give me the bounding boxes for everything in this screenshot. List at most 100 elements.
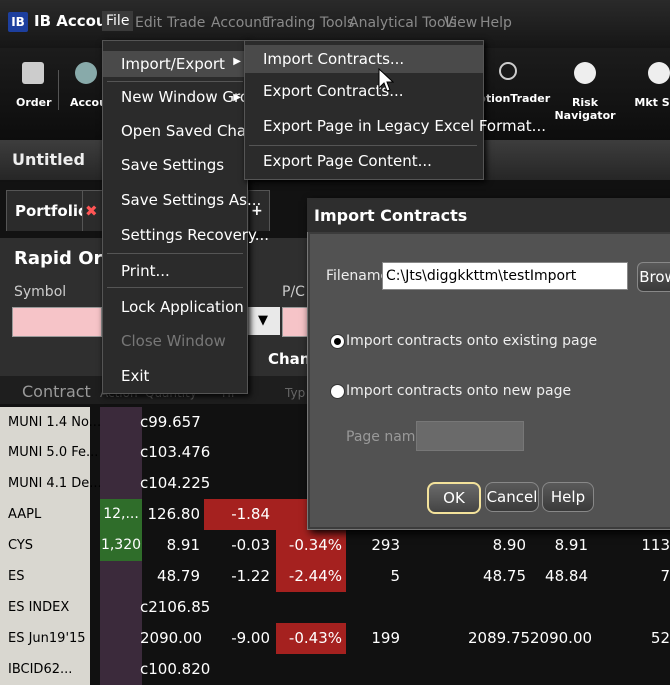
order-tool-label: Order xyxy=(16,96,52,109)
menu-trading-tools[interactable]: Trading Tools xyxy=(264,15,354,31)
menu-edit[interactable]: Edit xyxy=(135,15,162,31)
cell-last: 2090.00 xyxy=(140,629,203,647)
menu-item-export-page-legacy[interactable]: Export Page in Legacy Excel Format... xyxy=(263,117,546,135)
order-icon xyxy=(22,62,44,84)
menu-view[interactable]: View xyxy=(444,15,477,31)
table-row[interactable]: ES Jun19'15 2090.00 -9.00 -0.43% 199 2089.75 2… xyxy=(0,623,670,654)
cell-action xyxy=(100,468,142,499)
browse-button[interactable]: Brow xyxy=(637,262,670,292)
compass-icon xyxy=(574,62,596,84)
cell-extra: 113 xyxy=(641,536,670,554)
cell-ask: 2090.00 xyxy=(530,629,593,647)
symbol-label: Symbol xyxy=(14,284,67,300)
cell-last: c104.225 xyxy=(140,474,211,492)
contract-header[interactable]: Contract xyxy=(22,382,91,401)
option-existing-label: Import contracts onto existing page xyxy=(346,333,598,349)
menu-file[interactable]: File xyxy=(102,11,134,31)
radio-existing-page[interactable] xyxy=(330,334,345,349)
cell-chgp xyxy=(276,592,346,623)
cell-bid: 48.75 xyxy=(483,567,526,585)
cell-chg: -1.84 xyxy=(204,499,276,530)
menu-analytical-tools[interactable]: Analytical Tools xyxy=(349,15,457,31)
cancel-button[interactable]: Cancel xyxy=(485,482,539,512)
scanner-icon xyxy=(648,62,670,84)
cell-action: 1,320 xyxy=(100,530,142,561)
menu-item-import-contracts[interactable]: Import Contracts... xyxy=(245,45,483,73)
radio-new-page[interactable] xyxy=(330,384,345,399)
menu-item-exit[interactable]: Exit xyxy=(121,367,149,385)
table-row[interactable]: ES INDEX c2106.85 xyxy=(0,592,670,623)
cell-chg xyxy=(204,437,276,468)
cell-action xyxy=(100,561,142,592)
toolbar-divider xyxy=(58,70,59,110)
cell-chgp: -0.34% xyxy=(276,530,346,561)
menu-item-settings-recovery[interactable]: Settings Recovery... xyxy=(121,226,269,244)
cell-extra: 7 xyxy=(660,567,670,585)
cell-last: 126.80 xyxy=(147,505,201,523)
table-row[interactable]: CYS 1,320 8.91 -0.03 -0.34% 293 8.90 8.91 113 xyxy=(0,530,670,561)
menu-help[interactable]: Help xyxy=(480,15,512,31)
cell-chgp: -0.43% xyxy=(276,623,346,654)
help-button[interactable]: Help xyxy=(542,482,594,512)
menu-account[interactable]: Account xyxy=(211,15,268,31)
page-name-input xyxy=(416,421,524,451)
menu-trade[interactable]: Trade xyxy=(167,15,205,31)
page-name-label: Page name xyxy=(346,429,425,445)
cell-chg xyxy=(204,592,276,623)
cell-bid: 8.90 xyxy=(492,536,526,554)
menu-item-save-settings[interactable]: Save Settings xyxy=(121,156,224,174)
account-tool-button[interactable]: Accou xyxy=(70,62,102,109)
cell-action xyxy=(100,592,142,623)
pc-label: P/C xyxy=(282,284,305,300)
chevron-down-icon[interactable]: ▼ xyxy=(246,307,280,335)
type-header[interactable]: Typ xyxy=(285,386,305,400)
menu-item-import-export[interactable]: Import/Export xyxy=(103,51,247,77)
account-icon xyxy=(75,62,97,84)
symbol-input[interactable] xyxy=(12,307,102,337)
cell-action xyxy=(100,407,142,438)
option-new-label: Import contracts onto new page xyxy=(346,383,572,399)
risk-navigator-tool-label: Risk Navigator xyxy=(554,96,616,122)
menu-item-export-page-content[interactable]: Export Page Content... xyxy=(263,152,432,170)
dialog-title: Import Contracts xyxy=(314,206,468,225)
cell-chg xyxy=(204,468,276,499)
cell-extra: 52 xyxy=(650,629,670,647)
mkt-scanner-tool-button[interactable]: Mkt Sca xyxy=(634,62,670,109)
menu-item-print[interactable]: Print... xyxy=(121,262,170,280)
cell-chg: -1.22 xyxy=(231,567,270,585)
import-export-submenu: Import Contracts... Export Contracts... … xyxy=(244,40,546,180)
cell-action xyxy=(100,623,142,654)
cell-contract: ES INDEX xyxy=(0,592,90,623)
cell-last: c103.476 xyxy=(140,443,211,461)
menu-separator xyxy=(107,81,243,82)
table-row[interactable]: ES 48.79 -1.22 -2.44% 5 48.75 48.84 7 xyxy=(0,561,670,592)
menu-item-lock-application[interactable]: Lock Application xyxy=(121,298,244,316)
menu-separator xyxy=(249,145,477,146)
menu-item-close-window: Close Window xyxy=(121,332,226,350)
menu-separator xyxy=(107,287,243,288)
cell-last: c99.657 xyxy=(140,413,201,431)
cell-contract: MUNI 5.0 Fe... xyxy=(0,437,98,468)
risk-navigator-tool-button[interactable]: Risk Navigator xyxy=(550,62,620,122)
cell-bid: 2089.75 xyxy=(468,629,531,647)
file-menu: Import/Export ▶ New Window Group ▶ Open … xyxy=(102,40,272,394)
cell-vol: 199 xyxy=(371,629,400,647)
cell-contract: MUNI 1.4 No... xyxy=(0,407,101,438)
cell-chg: -0.03 xyxy=(231,536,270,554)
cell-last: c2106.85 xyxy=(140,598,211,616)
option-trader-tool-button[interactable]: ptionTrader xyxy=(478,62,550,105)
order-tool-button[interactable]: Order xyxy=(16,62,52,109)
cell-chg: -9.00 xyxy=(231,629,270,647)
tab-portfolio[interactable]: Portfolio xyxy=(6,190,88,231)
cell-vol xyxy=(346,592,404,623)
filename-input[interactable]: C:\Jts\diggkkttm\testImport xyxy=(382,262,628,290)
cell-action: 12,... xyxy=(100,499,142,530)
menu-item-save-settings-as[interactable]: Save Settings As... xyxy=(121,191,261,209)
mouse-cursor-icon xyxy=(378,68,394,92)
account-tool-label: Accou xyxy=(70,96,102,109)
cell-contract: CYS xyxy=(0,530,90,561)
cell-extra xyxy=(610,592,670,623)
cell-last: 48.79 xyxy=(157,567,200,585)
cell-contract: AAPL xyxy=(0,499,90,530)
ok-button[interactable]: OK xyxy=(427,482,481,514)
